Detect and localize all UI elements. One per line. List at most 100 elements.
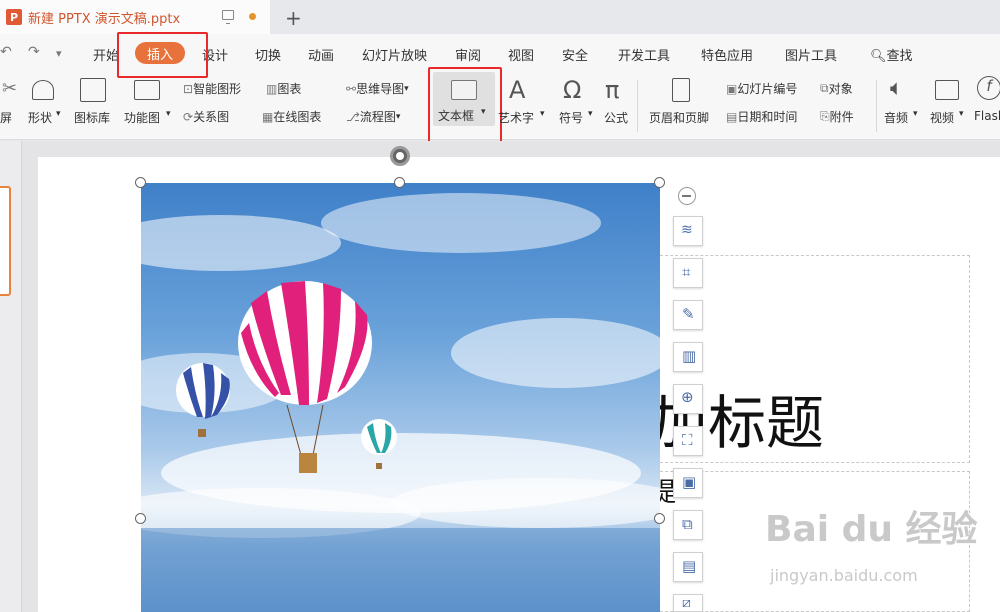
layout-icon: ▥ <box>682 347 697 365</box>
monitor-icon[interactable] <box>222 10 234 24</box>
picture-frame-button[interactable]: ⛶ <box>673 426 703 456</box>
resize-handle-nw[interactable] <box>135 177 146 188</box>
rotate-handle[interactable] <box>390 146 410 166</box>
crop-icon: ⌗ <box>682 263 691 281</box>
relation-label: 关系图 <box>193 110 230 124</box>
audio-dropdown-icon: ▾ <box>913 109 918 119</box>
picture-more-button[interactable]: ⧄ <box>673 594 703 612</box>
tab-view[interactable]: 视图 <box>508 45 534 64</box>
slide-number-tool[interactable]: ▣ 幻灯片编号 <box>726 80 797 97</box>
unsaved-dot-icon <box>249 13 256 20</box>
tab-developer[interactable]: 开发工具 <box>618 45 670 64</box>
flash-icon: f <box>977 76 1000 100</box>
resize-handle-w[interactable] <box>135 513 146 524</box>
tab-review[interactable]: 审阅 <box>455 45 481 64</box>
new-tab-icon[interactable]: + <box>285 6 302 30</box>
speaker-icon: 🔈︎ <box>890 76 904 101</box>
function-chart-dropdown-icon: ▾ <box>166 109 171 119</box>
audio-label: 音频 <box>884 111 909 125</box>
chart-tool[interactable]: ▥ 图表 <box>266 80 301 97</box>
datetime-label: 日期和时间 <box>737 110 798 124</box>
mind-map-dropdown-icon: ▾ <box>404 83 409 94</box>
slide-thumbnail[interactable] <box>0 186 11 296</box>
function-chart-icon <box>134 80 160 100</box>
online-chart-tool[interactable]: ▦ 在线图表 <box>262 108 321 125</box>
icon-library-icon <box>80 78 106 102</box>
edit-icon: ✎ <box>682 305 695 323</box>
resize-handle-e[interactable] <box>654 513 665 524</box>
tab-picture-tools[interactable]: 图片工具 <box>785 45 837 64</box>
layers-button[interactable]: ≋ <box>673 216 703 246</box>
picture-search-icon: ⧉ <box>682 515 693 533</box>
slide-number-label: 幻灯片编号 <box>737 82 798 96</box>
tab-slideshow[interactable]: 幻灯片放映 <box>362 45 427 64</box>
art-text-dropdown-icon: ▾ <box>540 109 545 119</box>
shape-icon <box>32 80 54 100</box>
attachment-label: 附件 <box>829 110 854 124</box>
calendar-icon: ▤ <box>726 109 738 124</box>
flash-label: Flash <box>974 109 1000 123</box>
wps-logo-icon: P <box>6 9 22 25</box>
omega-icon: Ω <box>563 76 582 104</box>
online-chart-label: 在线图表 <box>273 110 322 124</box>
tab-security[interactable]: 安全 <box>562 45 588 64</box>
video-label: 视频 <box>930 111 955 125</box>
smart-graphic-tool[interactable]: ⊡ 智能图形 <box>183 80 241 97</box>
search-button[interactable]: 🔍︎查找 <box>870 45 913 64</box>
baidu-watermark-url: jingyan.baidu.com <box>770 566 918 585</box>
chart-icon: ▥ <box>266 81 278 96</box>
selected-picture[interactable] <box>141 183 660 612</box>
search-label: 查找 <box>886 49 913 64</box>
quick-access-dropdown-icon[interactable]: ▾ <box>56 47 62 60</box>
undo-icon[interactable]: ↶ <box>0 44 12 60</box>
formula-label: 公式 <box>604 111 629 125</box>
object-tool[interactable]: ⧉ 对象 <box>820 80 853 97</box>
symbol-dropdown-icon: ▾ <box>588 109 593 119</box>
flowchart-dropdown-icon: ▾ <box>395 111 401 122</box>
shape-label: 形状 <box>28 111 53 125</box>
attachment-tool[interactable]: ⎘ 附件 <box>820 108 854 125</box>
video-icon <box>935 80 959 100</box>
mind-map-label: 思维导图 <box>356 82 405 96</box>
pi-icon: π <box>605 76 620 104</box>
mind-map-tool[interactable]: ⚯ 思维导图 ▾ <box>346 80 409 97</box>
picture-layout-button[interactable]: ▥ <box>673 342 703 372</box>
tab-start[interactable]: 开始 <box>93 45 119 64</box>
crop-button[interactable]: ⌗ <box>673 258 703 288</box>
zoom-picture-button[interactable]: ⊕ <box>673 384 703 414</box>
layers-icon: ≋ <box>681 222 693 238</box>
document-title: 新建 PPTX 演示文稿.pptx <box>28 11 181 27</box>
picture-text-icon: ▣ <box>682 473 697 491</box>
picture-search-button[interactable]: ⧉ <box>673 510 703 540</box>
collapse-toolbar-button[interactable] <box>678 187 696 205</box>
baidu-watermark: Bai du 经验 <box>765 509 978 550</box>
minus-icon <box>682 195 691 197</box>
relation-icon: ⟳ <box>183 109 194 124</box>
screen-label: 屏 <box>0 111 13 125</box>
tab-features[interactable]: 特色应用 <box>701 45 753 64</box>
object-label: 对象 <box>828 82 853 96</box>
art-text-label: 艺术字 <box>498 111 535 125</box>
smart-graphic-icon: ⊡ <box>183 81 194 96</box>
tab-transition[interactable]: 切换 <box>255 45 281 64</box>
edit-picture-button[interactable]: ✎ <box>673 300 703 330</box>
header-footer-icon <box>672 78 690 102</box>
redo-icon[interactable]: ↷ <box>28 44 40 60</box>
frame-icon: ⛶ <box>682 431 693 449</box>
function-chart-label: 功能图 <box>124 111 161 125</box>
video-dropdown-icon: ▾ <box>959 109 964 119</box>
flowchart-tool[interactable]: ⎇ 流程图 ▾ <box>346 108 400 125</box>
paperclip-icon: ⎘ <box>820 109 830 123</box>
smart-graphic-label: 智能图形 <box>193 82 242 96</box>
more-icon: ⧄ <box>682 595 691 611</box>
relation-tool[interactable]: ⟳ 关系图 <box>183 108 229 125</box>
mind-map-icon: ⚯ <box>346 81 357 96</box>
datetime-tool[interactable]: ▤ 日期和时间 <box>726 108 797 125</box>
scissors-icon: ✂ <box>2 78 18 99</box>
picture-effects-button[interactable]: ▤ <box>673 552 703 582</box>
resize-handle-ne[interactable] <box>654 177 665 188</box>
resize-handle-n[interactable] <box>394 177 405 188</box>
symbol-label: 符号 <box>559 111 584 125</box>
picture-text-button[interactable]: ▣ <box>673 468 703 498</box>
tab-animation[interactable]: 动画 <box>308 45 334 64</box>
